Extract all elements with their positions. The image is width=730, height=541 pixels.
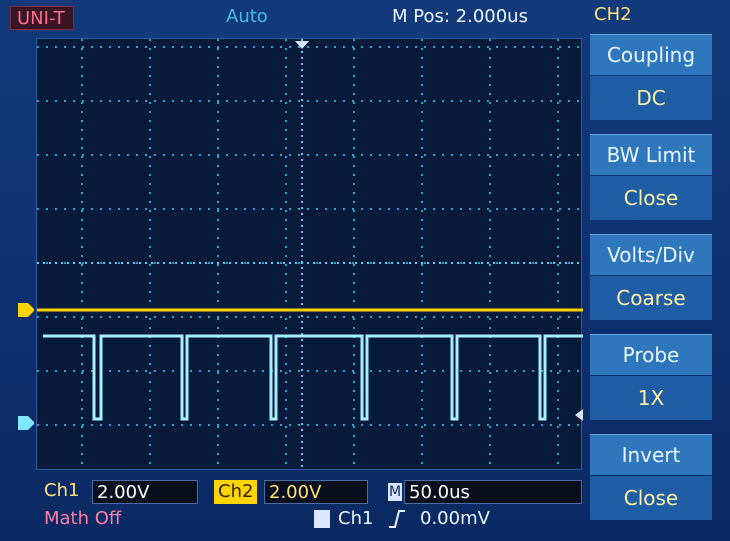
menu-volts-div-value: Coarse bbox=[590, 276, 712, 320]
trigger-level: 0.00mV bbox=[420, 508, 490, 529]
timebase-value: 50.0us bbox=[404, 480, 582, 504]
menu-bw-limit[interactable]: BW Limit Close bbox=[584, 132, 714, 228]
channel-menu: Coupling DC BW Limit Close Volts/Div Coa… bbox=[584, 32, 714, 520]
menu-probe[interactable]: Probe 1X bbox=[584, 332, 714, 428]
trigger-level-icon bbox=[575, 409, 583, 421]
ch2-scale: 2.00V bbox=[264, 480, 368, 504]
ch2-trace bbox=[43, 334, 583, 421]
trigger-position-icon bbox=[295, 41, 309, 49]
ch2-ground-marker-icon bbox=[18, 416, 34, 430]
menu-probe-label: Probe bbox=[590, 334, 712, 375]
menu-volts-div-label: Volts/Div bbox=[590, 234, 712, 275]
waveform-display[interactable] bbox=[36, 38, 583, 471]
math-status: Math Off bbox=[44, 508, 122, 529]
menu-probe-value: 1X bbox=[590, 376, 712, 420]
menu-bw-limit-value: Close bbox=[590, 176, 712, 220]
ch1-ground-marker-icon bbox=[18, 303, 34, 317]
menu-invert-label: Invert bbox=[590, 434, 712, 475]
trigger-type-icon bbox=[314, 510, 330, 528]
brand-logo: UNI-T bbox=[10, 6, 74, 30]
oscilloscope-screen: UNI-T Auto M Pos: 2.000us CH2 Coupling D… bbox=[0, 0, 730, 541]
menu-invert-value: Close bbox=[590, 476, 712, 520]
timebase-label: M bbox=[388, 483, 402, 501]
top-status-bar: UNI-T Auto M Pos: 2.000us bbox=[0, 0, 592, 34]
ch2-label: Ch2 bbox=[214, 480, 258, 504]
menu-coupling[interactable]: Coupling DC bbox=[584, 32, 714, 128]
menu-bw-limit-label: BW Limit bbox=[590, 134, 712, 175]
ch1-scale: 2.00V bbox=[92, 480, 198, 504]
rising-edge-icon bbox=[389, 510, 405, 528]
menu-channel-title: CH2 bbox=[594, 4, 632, 25]
menu-volts-div[interactable]: Volts/Div Coarse bbox=[584, 232, 714, 328]
menu-coupling-value: DC bbox=[590, 76, 712, 120]
graticule bbox=[37, 39, 583, 471]
ch1-label: Ch1 bbox=[44, 480, 80, 501]
menu-invert[interactable]: Invert Close bbox=[584, 432, 714, 528]
bottom-status-bar: Ch1 2.00V Ch2 2.00V M 50.0us Math Off Ch… bbox=[36, 478, 584, 534]
main-position-readout: M Pos: 2.000us bbox=[392, 6, 528, 27]
menu-coupling-label: Coupling bbox=[590, 34, 712, 75]
acquire-mode: Auto bbox=[226, 6, 268, 27]
trigger-source: Ch1 bbox=[338, 508, 374, 529]
